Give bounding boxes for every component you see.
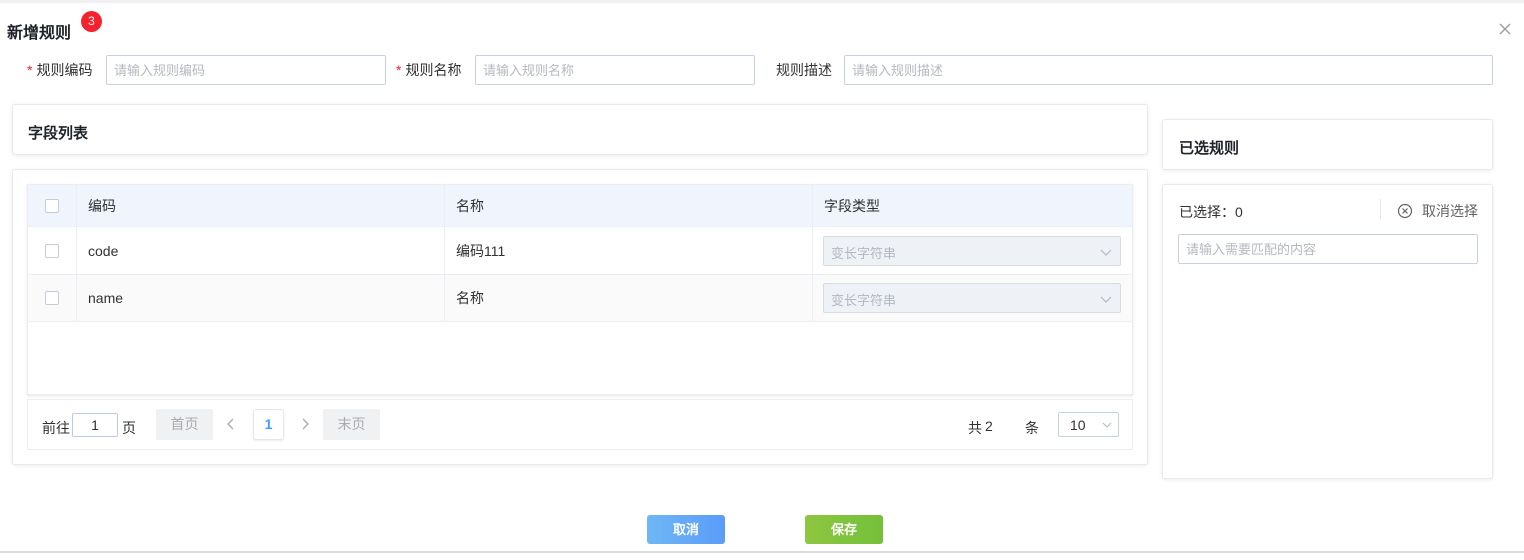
select-all-checkbox[interactable] [45,198,59,213]
chevron-down-icon [1102,422,1112,428]
selected-rules-body-panel [1162,184,1493,479]
save-button[interactable]: 保存 [805,515,883,544]
clear-selection-label: 取消选择 [1422,203,1478,219]
table-row[interactable]: name 名称 变长字符串 [28,274,1132,322]
total-suffix: 条 [1025,420,1039,436]
chevron-down-icon [1100,249,1112,256]
name-cell-text: 编码111 [456,242,506,259]
required-mark: * [27,62,33,78]
page-size-value: 10 [1070,417,1086,433]
close-icon[interactable] [1497,22,1513,38]
field-table: 编码 名称 字段类型 code 编码111 变长字符串 name 名称 变长字符… [27,184,1133,395]
name-cell: 编码111 [445,227,813,274]
pagination: 前往 页 首页 1 末页 共 2 条 10 [27,399,1133,450]
chevron-right-icon[interactable] [299,416,311,432]
total-count: 2 [985,418,993,434]
row-checkbox[interactable] [45,291,59,305]
first-page-button[interactable]: 首页 [156,409,213,440]
notification-badge: 3 [81,11,102,32]
table-row[interactable]: code 编码111 变长字符串 [28,226,1132,274]
column-header-code-text: 编码 [88,197,116,214]
clear-selection-button[interactable]: 取消选择 [1397,201,1478,221]
dialog-title: 新增规则 [7,25,72,42]
goto-page-input[interactable] [72,413,118,437]
selected-count: 已选择：0 [1179,204,1243,220]
rule-desc-input[interactable] [844,55,1493,85]
page-size-select[interactable]: 10 [1058,412,1119,437]
rule-code-input[interactable] [106,55,386,85]
rule-code-label: * 规则编码 [27,60,92,80]
field-list-header-panel: 字段列表 [12,104,1148,155]
field-type-value: 变长字符串 [831,293,897,308]
field-list-title: 字段列表 [28,125,89,142]
column-header-name: 名称 [445,185,813,226]
rule-desc-label: 规则描述 [776,62,832,78]
row-select-cell [28,227,77,274]
code-cell-text: name [88,290,124,306]
chevron-down-icon [1100,296,1112,303]
code-cell: code [77,227,445,274]
goto-prefix: 前往 [42,420,70,436]
current-page-button[interactable]: 1 [253,409,284,440]
divider [1380,199,1381,219]
rule-code-label-text: 规则编码 [36,62,93,78]
name-cell-text: 名称 [456,290,484,306]
cancel-button[interactable]: 取消 [647,515,725,544]
table-header: 编码 名称 字段类型 [28,185,1132,226]
header-select-cell [28,185,77,226]
add-rule-dialog: 新增规则 3 *规则编码 *规则名称 规则描述 字段列表 编码 名称 [0,0,1524,553]
row-checkbox[interactable] [45,243,59,258]
circle-close-icon [1397,203,1413,219]
field-type-select[interactable]: 变长字符串 [823,235,1121,266]
rule-name-label: * 规则名称 [396,60,461,80]
column-header-name-text: 名称 [456,197,484,214]
required-mark: * [396,62,402,78]
code-cell: name [77,275,445,321]
selected-rules-title: 已选规则 [1179,140,1240,157]
close-icon-glyph [1499,23,1511,35]
column-header-code: 编码 [77,185,445,226]
type-cell: 变长字符串 [813,227,1132,274]
match-search-input[interactable] [1178,234,1478,264]
rule-name-input[interactable] [475,55,755,85]
row-select-cell [28,275,77,321]
field-type-select[interactable]: 变长字符串 [823,283,1121,313]
code-cell-text: code [88,242,119,259]
type-cell: 变长字符串 [813,275,1132,321]
name-cell: 名称 [445,275,813,321]
column-header-type: 字段类型 [813,185,1132,226]
field-type-value: 变长字符串 [831,245,897,261]
column-header-type-text: 字段类型 [824,197,880,214]
last-page-button[interactable]: 末页 [323,409,380,440]
chevron-left-icon[interactable] [225,416,237,432]
rule-name-label-text: 规则名称 [405,62,462,78]
total-prefix: 共 [968,420,982,436]
selected-rules-header-panel: 已选规则 [1162,119,1493,170]
goto-suffix: 页 [122,420,136,436]
